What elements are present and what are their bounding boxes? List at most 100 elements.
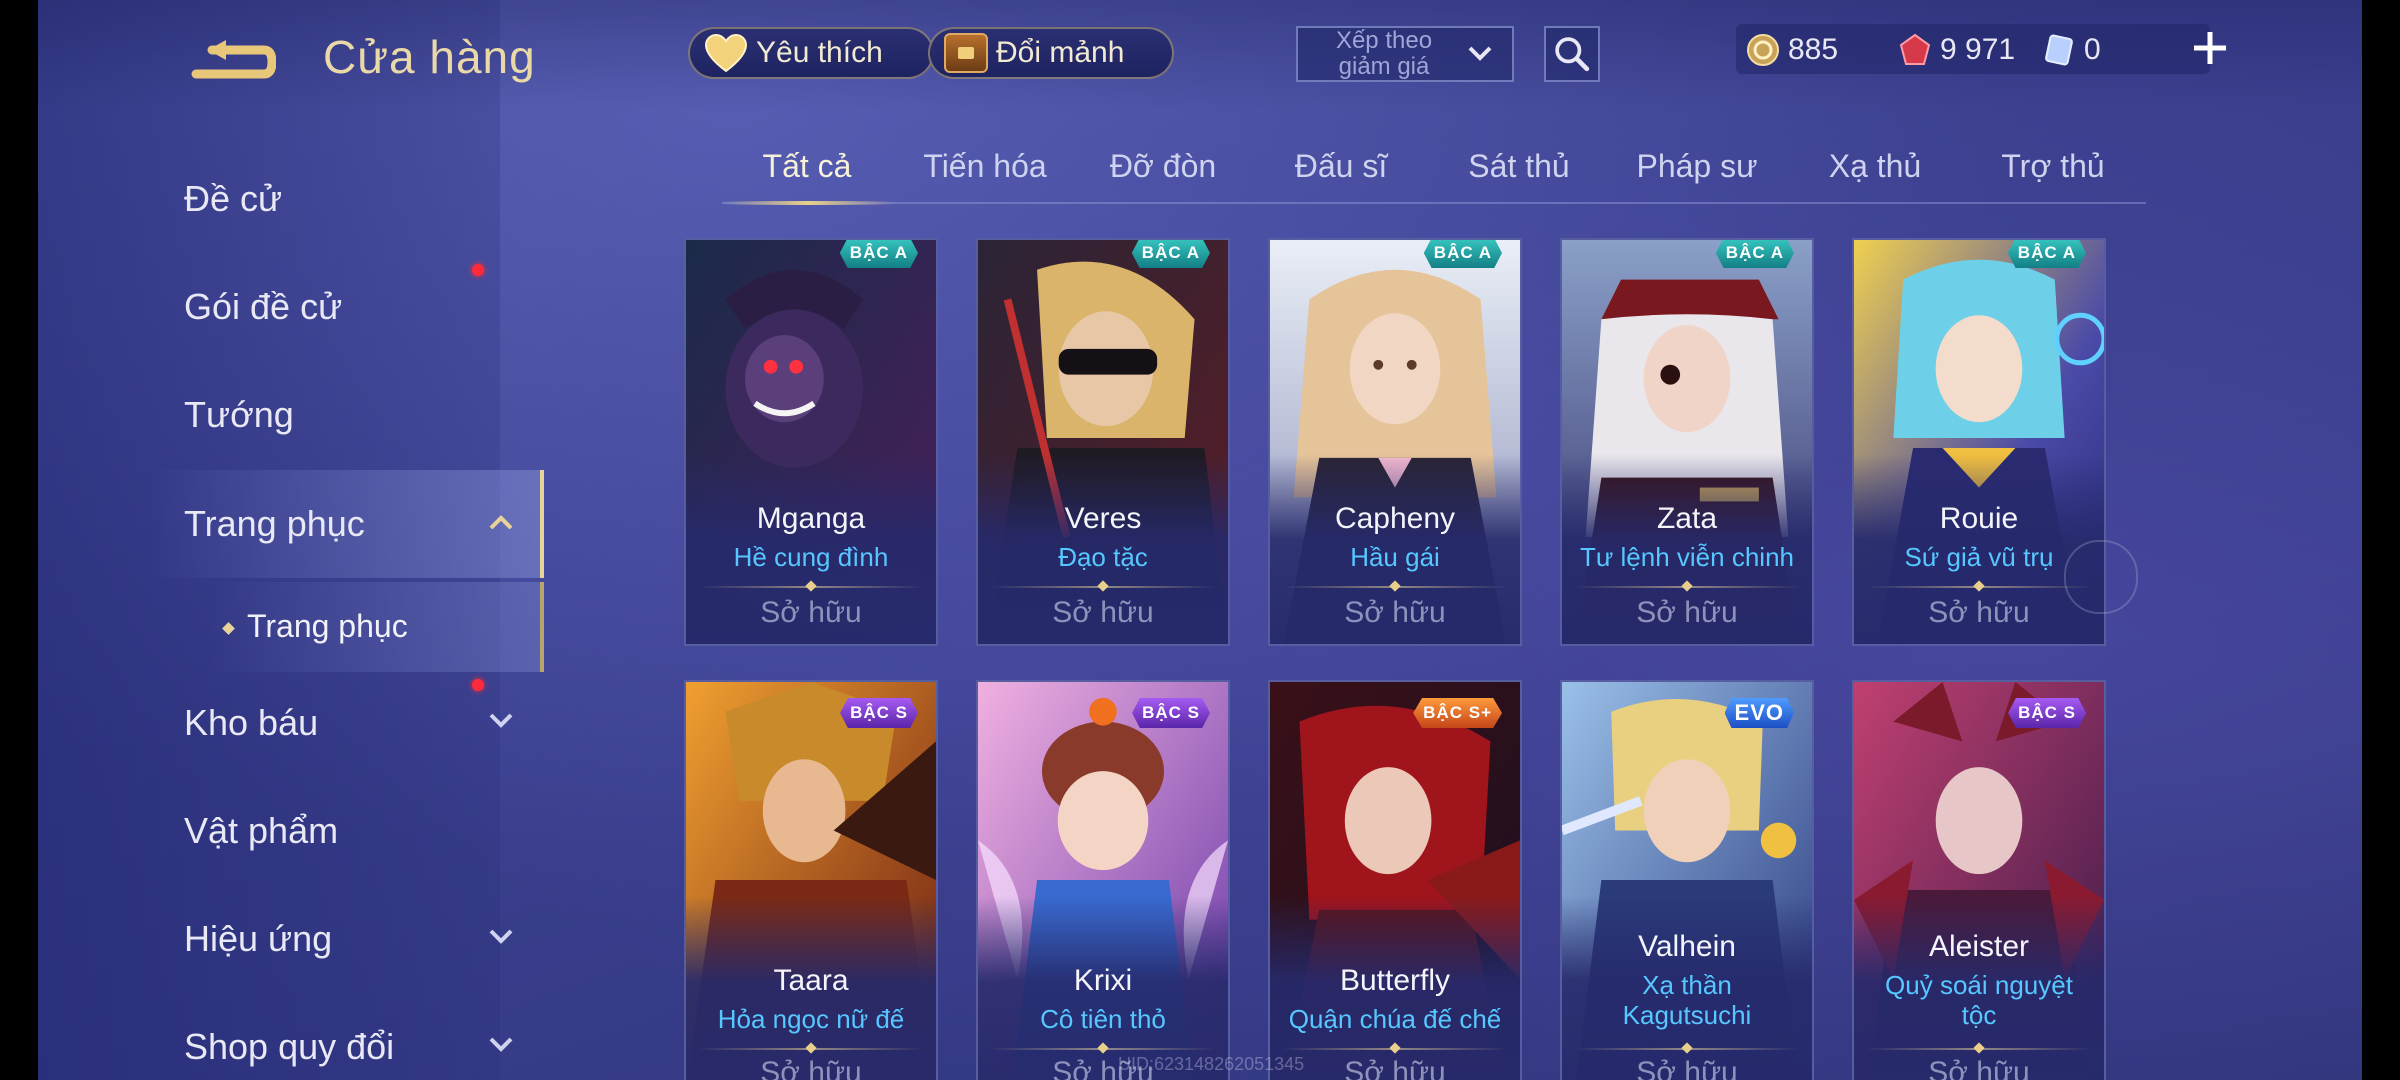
uid-watermark: UID:623148262051345	[1118, 1054, 1305, 1074]
tab-fighter[interactable]: Đấu sĩ	[1256, 148, 1426, 185]
sort-dropdown[interactable]: Xếp theo giảm giá	[1296, 26, 1514, 82]
card-divider	[1866, 1048, 2092, 1050]
hero-name: Butterfly	[1339, 964, 1451, 997]
card-divider	[1282, 586, 1508, 588]
sidebar-item-label: Kho báu	[184, 702, 319, 743]
voucher-amount: 9 971	[1940, 33, 2016, 66]
tab-support[interactable]: Trợ thủ	[1968, 148, 2138, 185]
chevron-down-icon	[489, 1037, 513, 1052]
skin-name: Tư lệnh viễn chinh	[1580, 542, 1794, 572]
hero-name: Krixi	[1073, 964, 1133, 997]
card-divider	[990, 586, 1216, 588]
skin-card[interactable]: BẬC S Taara Hỏa ngọc nữ đế Sở hữu	[684, 680, 938, 1080]
category-tabs: Tất cả Tiến hóa Đỡ đòn Đấu sĩ Sát thủ Ph…	[722, 136, 2146, 205]
ownership-status: Sở hữu	[760, 1056, 862, 1080]
card-divider	[698, 1048, 924, 1050]
ownership-status: Sở hữu	[1636, 1056, 1738, 1080]
sidebar-subitem-skins[interactable]: Trang phục	[222, 596, 408, 656]
chest-icon	[944, 33, 988, 73]
search-icon[interactable]	[1544, 26, 1600, 82]
rarity-badge: BẬC A	[2007, 240, 2086, 268]
rarity-badge: BẬC A	[1715, 240, 1794, 268]
tab-marksman[interactable]: Xạ thủ	[1790, 148, 1960, 185]
gold-amount: 885	[1788, 33, 1839, 66]
tab-assassin[interactable]: Sát thủ	[1434, 148, 1604, 185]
skin-card[interactable]: BẬC S Aleister Quỷ soái nguyệt tộc Sở hữ…	[1852, 680, 2106, 1080]
rarity-badge: BẬC S+	[1413, 698, 1502, 728]
currency-voucher: 9 971	[1898, 30, 2015, 70]
plus-icon[interactable]	[2188, 26, 2232, 70]
red-gem-icon	[1899, 33, 1931, 65]
hero-name: Taara	[773, 964, 849, 997]
sidebar-item-label: Tướng	[184, 394, 294, 435]
ownership-status: Sở hữu	[1052, 596, 1154, 629]
rarity-badge: BẬC A	[1423, 240, 1502, 268]
sidebar-item-heroes[interactable]: Tướng	[184, 385, 514, 445]
bullet-icon	[222, 622, 235, 635]
active-tab-indicator	[722, 201, 894, 205]
sidebar-item-featured[interactable]: Đề cử	[184, 169, 514, 229]
rarity-badge: BẬC A	[839, 240, 918, 268]
chevron-down-icon	[1468, 46, 1492, 61]
hero-name: Capheny	[1334, 502, 1456, 535]
skin-card[interactable]: BẬC A Zata Tư lệnh viễn chinh Sở hữu	[1560, 238, 1814, 646]
sidebar-item-featured-bundles[interactable]: Gói đề cử	[184, 277, 514, 337]
hero-name: Mganga	[756, 502, 866, 535]
rarity-badge: BẬC S	[1132, 698, 1210, 728]
skin-name: Hỏa ngọc nữ đế	[717, 1004, 905, 1034]
sidebar-item-label: Gói đề cử	[184, 286, 343, 327]
sidebar-subitem-label: Trang phục	[247, 608, 408, 644]
currency-ticket: 0	[2042, 30, 2101, 70]
skin-card[interactable]: BẬC S Krixi Cô tiên thỏ Sở hữu	[976, 680, 1230, 1080]
card-divider	[1282, 1048, 1508, 1050]
skin-card[interactable]: BẬC A Mganga Hề cung đình Sở hữu	[684, 238, 938, 646]
tab-tank[interactable]: Đỡ đòn	[1078, 148, 1248, 185]
card-divider	[1574, 1048, 1800, 1050]
ownership-status: Sở hữu	[1344, 1056, 1446, 1080]
sidebar-item-skins[interactable]: Trang phục	[184, 494, 514, 554]
ownership-status: Sở hữu	[1344, 596, 1446, 629]
hero-name: Rouie	[1939, 502, 2019, 535]
hero-name: Zata	[1656, 502, 1718, 535]
skin-name: Đạo tặc	[1058, 542, 1148, 572]
back-arrow-icon[interactable]	[186, 36, 276, 88]
sidebar-item-treasure[interactable]: Kho báu	[184, 693, 514, 753]
skin-card[interactable]: EVO Valhein Xạ thần Kagutsuchi Sở hữu	[1560, 680, 1814, 1080]
sidebar-item-effects[interactable]: Hiệu ứng	[184, 909, 514, 969]
rarity-badge: BẬC S	[840, 698, 918, 728]
heart-icon	[704, 33, 748, 73]
ownership-status: Sở hữu	[1928, 1056, 2030, 1080]
card-divider	[1866, 586, 2092, 588]
skin-name: Quỷ soái nguyệt tộc	[1885, 970, 2073, 1030]
favorites-label: Yêu thích	[756, 36, 883, 69]
gold-coin-icon	[1747, 34, 1779, 66]
tab-mage[interactable]: Pháp sư	[1612, 148, 1782, 185]
ownership-status: Sở hữu	[1636, 596, 1738, 629]
ticket-icon	[2045, 34, 2073, 66]
sidebar-item-exchange-shop[interactable]: Shop quy đổi	[184, 1017, 514, 1077]
tab-evolution[interactable]: Tiến hóa	[900, 148, 1070, 185]
ownership-status: Sở hữu	[1928, 596, 2030, 629]
notification-dot	[472, 679, 484, 691]
skin-card[interactable]: BẬC S+ Butterfly Quận chúa đế chế Sở hữu	[1268, 680, 1522, 1080]
page-title: Cửa hàng	[323, 31, 536, 83]
sidebar-item-items[interactable]: Vật phẩm	[184, 801, 514, 861]
sidebar-item-label: Shop quy đổi	[184, 1026, 395, 1067]
shard-exchange-button[interactable]: Đổi mảnh	[928, 27, 1174, 79]
ownership-status: Sở hữu	[760, 596, 862, 629]
card-divider	[698, 586, 924, 588]
skin-card[interactable]: BẬC A Capheny Hầu gái Sở hữu	[1268, 238, 1522, 646]
rarity-badge: BẬC S	[2008, 698, 2086, 728]
chevron-down-icon	[489, 713, 513, 728]
shop-screen: Cửa hàng Yêu thích Đổi mảnh Xếp theo giả…	[38, 0, 2362, 1080]
hero-name: Aleister	[1928, 930, 2030, 963]
tab-all[interactable]: Tất cả	[722, 148, 892, 185]
skin-name: Quận chúa đế chế	[1288, 1004, 1502, 1034]
currency-gold: 885	[1746, 30, 1838, 70]
card-divider	[990, 1048, 1216, 1050]
skin-name: Hầu gái	[1350, 542, 1440, 572]
favorites-button[interactable]: Yêu thích	[688, 27, 934, 79]
card-divider	[1574, 586, 1800, 588]
skin-card[interactable]: BẬC A Veres Đạo tặc Sở hữu	[976, 238, 1230, 646]
rarity-badge: BẬC A	[1131, 240, 1210, 268]
